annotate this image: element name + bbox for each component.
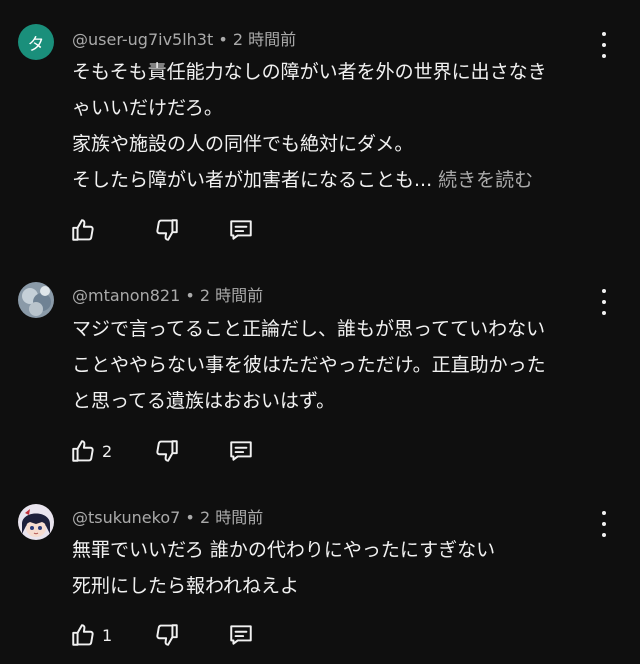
reply-comment-icon xyxy=(230,441,252,461)
photo-avatar-icon xyxy=(18,282,54,318)
avatar[interactable]: タ xyxy=(18,24,54,60)
comment-line: そもそも責任能力なしの障がい者を外の世界に出さなき xyxy=(72,61,547,83)
like-button[interactable]: 2 xyxy=(70,437,112,465)
thumbs-down-icon xyxy=(156,219,178,241)
thumbs-up-icon xyxy=(72,219,94,241)
comment-time: 2 時間前 xyxy=(232,30,297,49)
thumbs-up-icon xyxy=(72,440,94,462)
reply-button[interactable] xyxy=(228,216,254,244)
comment-line: 無罪でいいだろ 誰かの代わりにやったにすぎない xyxy=(72,539,496,561)
comment-line: と思ってる遺族はおおいはず。 xyxy=(72,390,336,412)
meta-separator: • xyxy=(185,286,195,305)
reply-button[interactable] xyxy=(228,437,254,465)
reply-button[interactable] xyxy=(228,621,254,649)
comment-text: 無罪でいいだろ 誰かの代わりにやったにすぎない 死刑にしたら報われねえよ xyxy=(72,532,602,604)
like-count: 2 xyxy=(102,441,113,461)
comment-meta: @tsukuneko7 • 2 時間前 xyxy=(72,508,263,528)
dislike-button[interactable] xyxy=(154,216,180,244)
comment-text: マジで言ってること正論だし、誰もが思ってていわない ことややらない事を彼はただや… xyxy=(72,311,602,419)
comment-line: マジで言ってること正論だし、誰もが思ってていわない xyxy=(72,318,546,340)
comment-actions: 1 xyxy=(70,621,310,649)
avatar[interactable] xyxy=(18,504,54,540)
comment-actions xyxy=(70,216,310,244)
author-name[interactable]: @mtanon821 xyxy=(72,286,180,305)
avatar[interactable] xyxy=(18,282,54,318)
like-button[interactable]: 1 xyxy=(70,621,112,649)
comment-meta: @user-ug7iv5lh3t • 2 時間前 xyxy=(72,30,296,50)
comment-line: 家族や施設の人の同伴でも絶対にダメ。 xyxy=(72,133,414,155)
meta-separator: • xyxy=(218,30,228,49)
author-name[interactable]: @tsukuneko7 xyxy=(72,508,180,527)
comment-line: ゃいいだけだろ。 xyxy=(72,97,223,119)
thumbs-down-icon xyxy=(156,624,178,646)
anime-character-avatar-icon xyxy=(18,504,54,540)
like-button[interactable] xyxy=(70,216,102,244)
comment-line: ことややらない事を彼はただやっただけ。正直助かった xyxy=(72,354,546,376)
reply-comment-icon xyxy=(230,220,252,240)
thumbs-down-icon xyxy=(156,440,178,462)
comment-meta: @mtanon821 • 2 時間前 xyxy=(72,286,263,306)
avatar-letter: タ xyxy=(27,34,45,55)
comment-actions: 2 xyxy=(70,437,310,465)
reply-comment-icon xyxy=(230,625,252,645)
read-more-link[interactable]: 続きを読む xyxy=(438,169,533,191)
thumbs-up-icon xyxy=(72,624,94,646)
comment-line: そしたら障がい者が加害者になることも... xyxy=(72,169,433,191)
dislike-button[interactable] xyxy=(154,621,180,649)
author-name[interactable]: @user-ug7iv5lh3t xyxy=(72,30,213,49)
dislike-button[interactable] xyxy=(154,437,180,465)
comment-line-last: そしたら障がい者が加害者になることも... 続きを読む xyxy=(72,162,602,198)
comment-time: 2 時間前 xyxy=(199,286,264,305)
comment-time: 2 時間前 xyxy=(199,508,264,527)
meta-separator: • xyxy=(185,508,195,527)
like-count: 1 xyxy=(102,625,113,645)
comment-text: そもそも責任能力なしの障がい者を外の世界に出さなき ゃいいだけだろ。 家族や施設… xyxy=(72,54,602,198)
comment-line: 死刑にしたら報われねえよ xyxy=(72,575,300,597)
